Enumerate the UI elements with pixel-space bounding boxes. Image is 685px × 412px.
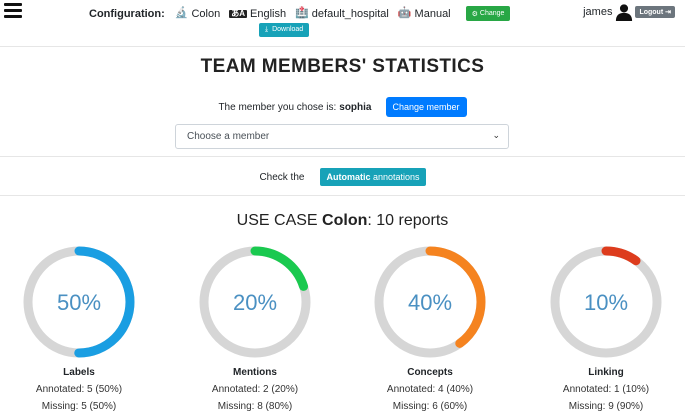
stat-label: Linking: [588, 367, 624, 378]
microscope-icon: 🔬: [174, 7, 189, 19]
auto-bold-label: Automatic: [326, 172, 371, 182]
stat-mentions: 20% Mentions Annotated: 2 (20%) Missing:…: [195, 243, 315, 412]
auto-rest-label: annotations: [373, 172, 420, 182]
change-label: Change: [479, 10, 505, 17]
progress-ring: 40%: [374, 246, 486, 358]
annotated-count: Annotated: 2 (20%): [211, 384, 299, 395]
hospital-icon: 🏥: [295, 7, 309, 19]
download-button[interactable]: ⤓ Download: [259, 23, 310, 37]
member-selection-line: The member you chose is: sophia Change m…: [0, 97, 685, 117]
mode-config: 🤖 Manual: [398, 8, 451, 20]
progress-ring: 20%: [199, 246, 311, 358]
stat-label: Mentions: [233, 367, 277, 378]
language-icon: あA: [229, 8, 247, 18]
gears-icon: ⚙: [471, 10, 478, 18]
download-label: Download: [272, 26, 304, 33]
mode-value: Manual: [414, 7, 451, 20]
missing-count: Missing: 6 (60%): [392, 401, 468, 412]
annotated-count: Annotated: 1 (10%): [562, 384, 650, 395]
select-placeholder: Choose a member: [187, 131, 270, 142]
check-annotations-line: Check the Automatic annotations: [0, 168, 685, 186]
stat-linking: 10% Linking Annotated: 1 (10%) Missing: …: [546, 243, 666, 412]
automatic-annotations-button[interactable]: Automatic annotations: [320, 168, 426, 186]
percent-text: 50%: [57, 290, 101, 315]
stat-concepts: 40% Concepts Annotated: 4 (40%) Missing:…: [370, 243, 490, 412]
username: james: [583, 6, 613, 18]
usecase-name: Colon: [322, 212, 368, 229]
usecase-config: 🔬 Colon: [175, 8, 220, 20]
menu-icon[interactable]: [4, 3, 22, 18]
check-prefix: Check the: [259, 171, 305, 183]
page-title: TEAM MEMBERS' STATISTICS: [200, 56, 485, 77]
missing-count: Missing: 9 (90%): [568, 401, 644, 412]
annotated-count: Annotated: 4 (40%): [386, 384, 474, 395]
stat-label: Concepts: [407, 367, 453, 378]
divider: [0, 156, 685, 157]
robot-icon: 🤖: [397, 7, 412, 19]
percent-text: 20%: [233, 290, 277, 315]
logout-button[interactable]: Logout ⇥: [635, 6, 675, 18]
progress-ring: 50%: [23, 246, 135, 358]
usecase-value: Colon: [191, 7, 221, 20]
member-prefix: The member you chose is:: [218, 101, 337, 113]
configuration-bar: Configuration: 🔬 Colon あA English 🏥 defa…: [89, 6, 511, 21]
download-icon: ⤓: [265, 26, 269, 33]
percent-text: 40%: [408, 290, 452, 315]
user-icon: [616, 4, 633, 21]
change-member-button[interactable]: Change member: [385, 97, 467, 117]
stat-labels: 50% Labels Annotated: 5 (50%) Missing: 5…: [19, 243, 139, 412]
percent-text: 10%: [584, 290, 628, 315]
divider: [0, 195, 685, 196]
usecase-heading: USE CASE Colon: 10 reports: [0, 212, 685, 230]
language-value: English: [250, 7, 287, 20]
user-area: james Logout ⇥: [583, 3, 675, 21]
language-config: あA English: [229, 8, 286, 20]
annotated-count: Annotated: 5 (50%): [35, 384, 123, 395]
member-name: sophia: [339, 101, 372, 113]
sign-out-icon: ⇥: [665, 9, 671, 16]
logout-label: Logout: [639, 9, 664, 16]
missing-count: Missing: 8 (80%): [217, 401, 293, 412]
change-configuration-button[interactable]: ⚙ Change: [465, 6, 511, 21]
stat-label: Labels: [63, 367, 95, 378]
chevron-down-icon: ⌄: [492, 130, 500, 140]
progress-ring: 10%: [550, 246, 662, 358]
top-navbar: Configuration: 🔬 Colon あA English 🏥 defa…: [0, 0, 685, 46]
configuration-label: Configuration:: [89, 7, 165, 20]
missing-count: Missing: 5 (50%): [41, 401, 117, 412]
usecase-prefix: USE CASE: [236, 212, 318, 229]
institute-value: default_hospital: [311, 7, 389, 20]
usecase-suffix: : 10 reports: [367, 212, 449, 229]
member-select[interactable]: Choose a member ⌄: [175, 124, 509, 149]
divider: [0, 46, 685, 47]
institute-config: 🏥 default_hospital: [295, 8, 389, 20]
